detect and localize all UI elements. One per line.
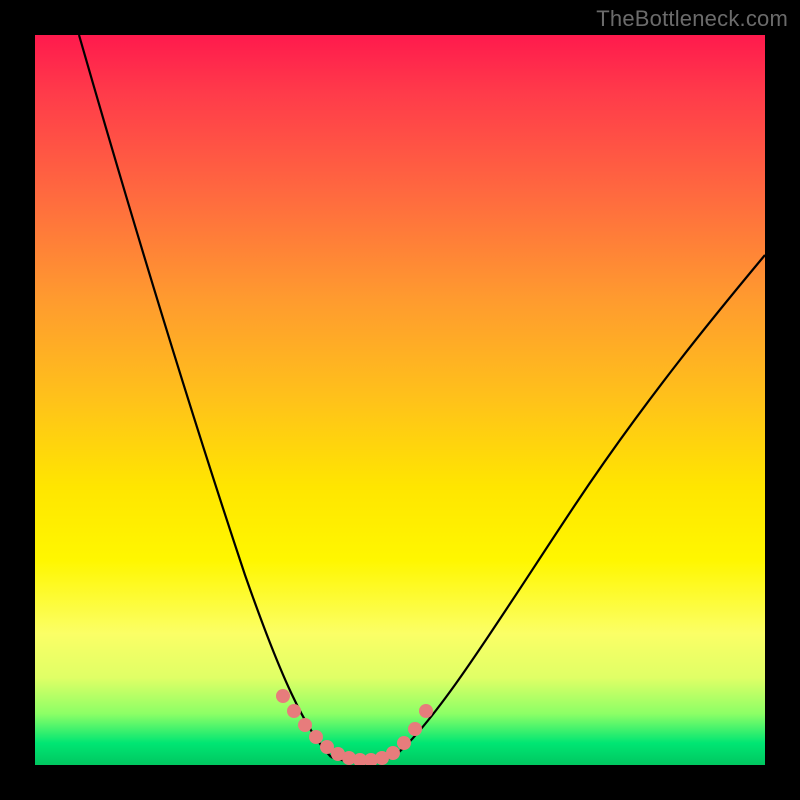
valley-marker-cluster <box>276 689 433 765</box>
chart-frame: TheBottleneck.com <box>0 0 800 800</box>
curve-left <box>79 35 331 757</box>
watermark-text: TheBottleneck.com <box>596 6 788 32</box>
bottleneck-curve <box>35 35 765 765</box>
curve-right <box>393 255 765 757</box>
plot-area <box>35 35 765 765</box>
